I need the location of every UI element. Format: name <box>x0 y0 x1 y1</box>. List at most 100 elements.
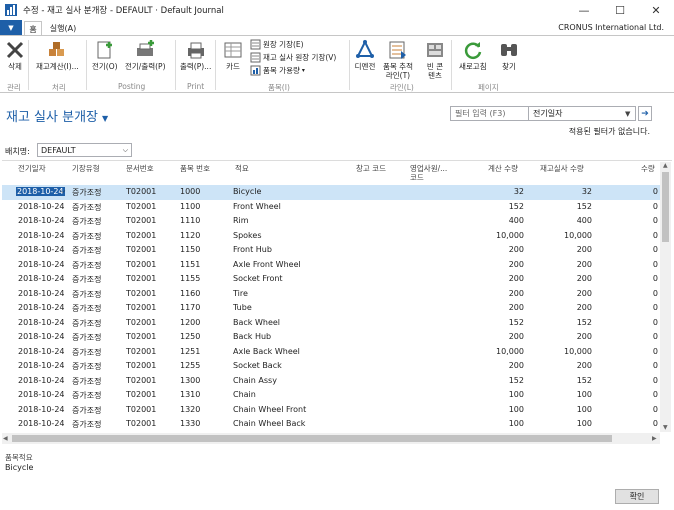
item-tracking-lines-button[interactable]: 품목 추적 라인(T) <box>383 39 413 80</box>
table-row[interactable]: 2018-10-24 증가조정 T02001 1255 Socket Back 200 20… <box>2 359 660 374</box>
cell-qty-calculated[interactable]: 400 <box>509 216 524 225</box>
cell-document-no[interactable]: T02001 <box>126 260 156 269</box>
file-menu-button[interactable]: ▼ <box>0 20 22 36</box>
cell-document-no[interactable]: T02001 <box>126 361 156 370</box>
cell-posting-date[interactable]: 2018-10-24 <box>18 347 65 356</box>
cell-qty-calculated[interactable]: 10,000 <box>496 347 524 356</box>
dimensions-button[interactable]: 디멘전 <box>354 39 376 71</box>
cell-item-no[interactable]: 1160 <box>180 289 200 298</box>
post-print-button[interactable]: 전기/출력(P) <box>125 39 166 71</box>
table-row[interactable]: 2018-10-24 증가조정 T02001 1160 Tire 200 200 0 <box>2 287 660 302</box>
cell-document-no[interactable]: T02001 <box>126 202 156 211</box>
phys-ledger-button[interactable]: 재고 실사 원장 기장(V) <box>250 52 336 63</box>
cell-document-no[interactable]: T02001 <box>126 231 156 240</box>
maximize-button[interactable]: ☐ <box>602 0 638 20</box>
cell-qty-calculated[interactable]: 200 <box>509 361 524 370</box>
col-entry-type[interactable]: 기장유형 <box>72 164 100 173</box>
cell-document-no[interactable]: T02001 <box>126 245 156 254</box>
cell-qty-calculated[interactable]: 152 <box>509 318 524 327</box>
cell-description[interactable]: Front Hub <box>233 245 272 254</box>
cell-quantity[interactable]: 0 <box>653 376 658 385</box>
cell-posting-date[interactable]: 2018-10-24 <box>18 318 65 327</box>
cell-entry-type[interactable]: 증가조정 <box>72 231 101 242</box>
table-row[interactable]: 2018-10-24 증가조정 T02001 1170 Tube 200 200 0 <box>2 301 660 316</box>
cell-qty-physical[interactable]: 200 <box>577 361 592 370</box>
cell-quantity[interactable]: 0 <box>653 419 658 428</box>
cell-item-no[interactable]: 1155 <box>180 274 200 283</box>
cell-quantity[interactable]: 0 <box>653 347 658 356</box>
cell-quantity[interactable]: 0 <box>653 260 658 269</box>
cell-quantity[interactable]: 0 <box>653 245 658 254</box>
cell-entry-type[interactable]: 증가조정 <box>72 390 101 401</box>
cell-document-no[interactable]: T02001 <box>126 347 156 356</box>
col-posting-date[interactable]: 전기일자 <box>18 164 46 173</box>
cell-qty-calculated[interactable]: 200 <box>509 289 524 298</box>
chevron-down-icon[interactable]: ▼ <box>625 110 635 118</box>
cell-item-no[interactable]: 1151 <box>180 260 200 269</box>
cell-posting-date[interactable]: 2018-10-24 <box>18 289 65 298</box>
cell-quantity[interactable]: 0 <box>653 318 658 327</box>
col-quantity[interactable]: 수량 <box>641 164 655 173</box>
cell-qty-calculated[interactable]: 100 <box>509 390 524 399</box>
scroll-up-icon[interactable]: ▲ <box>663 162 668 169</box>
cell-quantity[interactable]: 0 <box>653 390 658 399</box>
cell-document-no[interactable]: T02001 <box>126 390 156 399</box>
card-button[interactable]: 카드 <box>222 39 244 71</box>
cell-item-no[interactable]: 1250 <box>180 332 200 341</box>
close-button[interactable]: ✕ <box>638 0 674 20</box>
cell-entry-type[interactable]: 증가조정 <box>72 216 101 227</box>
cell-item-no[interactable]: 1310 <box>180 390 200 399</box>
cell-description[interactable]: Rim <box>233 216 249 225</box>
cell-quantity[interactable]: 0 <box>653 361 658 370</box>
cell-qty-physical[interactable]: 100 <box>577 390 592 399</box>
scroll-right-icon[interactable]: ▶ <box>652 435 657 442</box>
cell-qty-physical[interactable]: 152 <box>577 202 592 211</box>
cell-posting-date[interactable]: 2018-10-24 <box>18 231 65 240</box>
page-title[interactable]: 재고 실사 분개장 ▼ <box>6 106 108 125</box>
delete-button[interactable]: 삭제 <box>4 39 26 71</box>
calc-inventory-button[interactable]: 재고계산(I)... <box>36 39 79 71</box>
table-row[interactable]: 2018-10-24 증가조정 T02001 1100 Front Wheel 152 15… <box>2 200 660 215</box>
col-document-no[interactable]: 문서번호 <box>126 164 154 173</box>
cell-qty-physical[interactable]: 10,000 <box>564 231 592 240</box>
cell-qty-physical[interactable]: 32 <box>582 187 592 196</box>
ok-button[interactable]: 확인 <box>615 489 659 504</box>
cell-entry-type[interactable]: 증가조정 <box>72 303 101 314</box>
table-row[interactable]: 2018-10-24 증가조정 T02001 1250 Back Hub 200 200 0 <box>2 330 660 345</box>
cell-entry-type[interactable]: 증가조정 <box>72 405 101 416</box>
table-row[interactable]: 2018-10-24 증가조정 T02001 1155 Socket Front 200 2… <box>2 272 660 287</box>
cell-document-no[interactable]: T02001 <box>126 274 156 283</box>
cell-description[interactable]: Front Wheel <box>233 202 281 211</box>
filter-input[interactable]: 필터 입력 (F3) <box>451 107 529 120</box>
cell-entry-type[interactable]: 증가조정 <box>72 419 101 430</box>
cell-posting-date[interactable]: 2018-10-24 <box>18 260 65 269</box>
cell-item-no[interactable]: 1330 <box>180 419 200 428</box>
horizontal-scrollbar[interactable]: ◀ ▶ <box>2 433 660 444</box>
cell-quantity[interactable]: 0 <box>653 274 658 283</box>
cell-item-no[interactable]: 1300 <box>180 376 200 385</box>
cell-qty-physical[interactable]: 200 <box>577 245 592 254</box>
cell-item-no[interactable]: 1120 <box>180 231 200 240</box>
cell-qty-physical[interactable]: 200 <box>577 303 592 312</box>
cell-description[interactable]: Axle Front Wheel <box>233 260 301 269</box>
tab-actions[interactable]: 실행(A) <box>46 21 80 36</box>
cell-qty-physical[interactable]: 10,000 <box>564 347 592 356</box>
cell-description[interactable]: Back Hub <box>233 332 271 341</box>
cell-qty-calculated[interactable]: 200 <box>509 303 524 312</box>
cell-posting-date[interactable]: 2018-10-24 <box>18 405 65 414</box>
cell-entry-type[interactable]: 증가조정 <box>72 202 101 213</box>
cell-qty-calculated[interactable]: 10,000 <box>496 231 524 240</box>
cell-qty-physical[interactable]: 152 <box>577 318 592 327</box>
table-row[interactable]: 2018-10-24 증가조정 T02001 1251 Axle Back Wheel 1… <box>2 345 660 360</box>
scroll-down-icon[interactable]: ▼ <box>663 424 668 431</box>
cell-qty-physical[interactable]: 200 <box>577 289 592 298</box>
cell-description[interactable]: Bicycle <box>233 187 261 196</box>
cell-description[interactable]: Back Wheel <box>233 318 280 327</box>
cell-entry-type[interactable]: 증가조정 <box>72 347 101 358</box>
cell-item-no[interactable]: 1150 <box>180 245 200 254</box>
post-button[interactable]: 전기(O) <box>92 39 118 71</box>
cell-qty-calculated[interactable]: 200 <box>509 260 524 269</box>
cell-item-no[interactable]: 1000 <box>180 187 200 196</box>
table-row[interactable]: 2018-10-24 증가조정 T02001 1151 Axle Front Wheel… <box>2 258 660 273</box>
batch-name-select[interactable]: DEFAULT ⌵ <box>37 143 132 157</box>
